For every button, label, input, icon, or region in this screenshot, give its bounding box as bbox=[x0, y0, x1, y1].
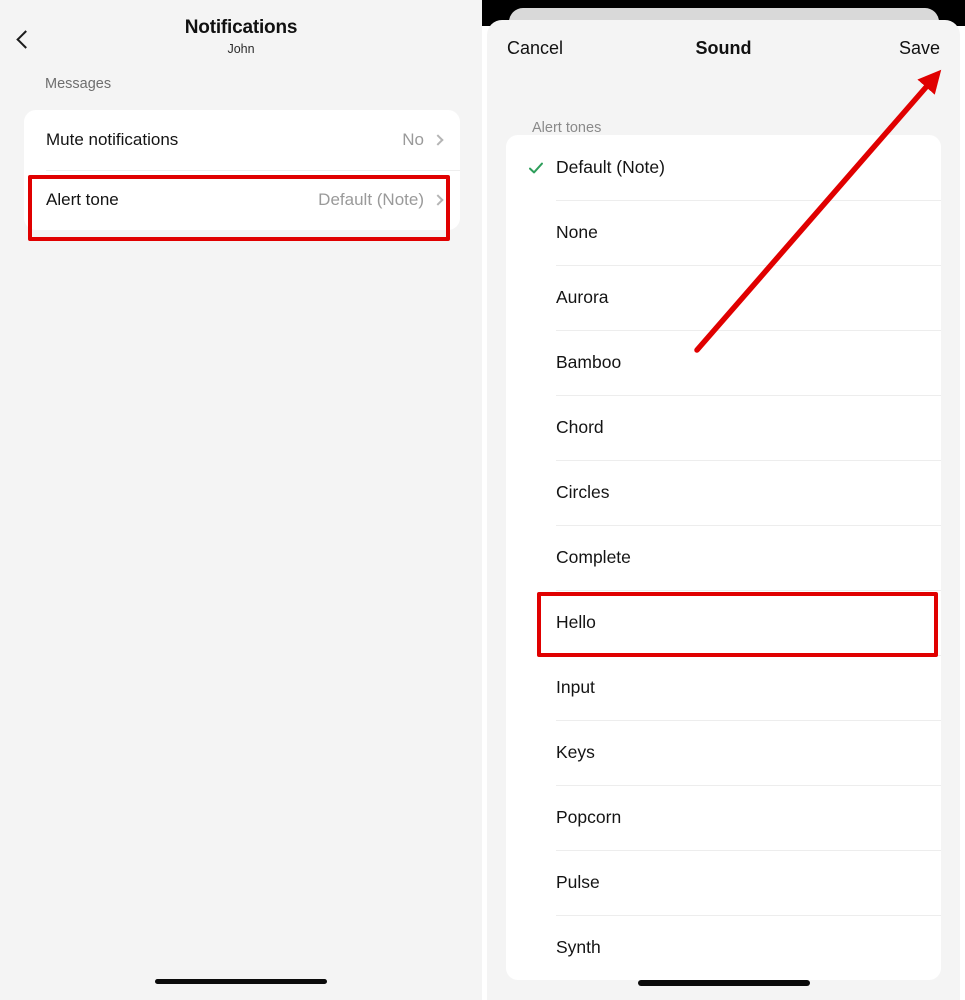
row-value: No bbox=[402, 130, 424, 149]
list-item-label: Popcorn bbox=[556, 807, 622, 827]
alert-tones-list: Default (Note) None Aurora Bamboo Chord … bbox=[506, 135, 941, 980]
list-item-label: Hello bbox=[556, 612, 596, 632]
list-item-keys[interactable]: Keys bbox=[506, 720, 941, 785]
list-item-input[interactable]: Input bbox=[506, 655, 941, 720]
list-item-label: Complete bbox=[556, 547, 631, 567]
section-header-alert-tones: Alert tones bbox=[532, 120, 602, 136]
save-button[interactable]: Save bbox=[899, 38, 940, 59]
messages-settings-card: Mute notifications No Alert tone Default… bbox=[24, 110, 460, 230]
home-indicator bbox=[155, 979, 327, 984]
checkmark-icon bbox=[528, 160, 544, 176]
list-item-default-note[interactable]: Default (Note) bbox=[506, 135, 941, 200]
row-label: Alert tone bbox=[46, 190, 119, 209]
list-item-complete[interactable]: Complete bbox=[506, 525, 941, 590]
list-item-label: Circles bbox=[556, 482, 610, 502]
list-item-pulse[interactable]: Pulse bbox=[506, 850, 941, 915]
list-item-label: None bbox=[556, 222, 598, 242]
list-item-aurora[interactable]: Aurora bbox=[506, 265, 941, 330]
list-item-label: Default (Note) bbox=[556, 157, 665, 177]
sheet-title: Sound bbox=[695, 38, 752, 58]
list-item-hello[interactable]: Hello bbox=[506, 590, 941, 655]
chevron-right-icon bbox=[432, 194, 444, 206]
sheet-navbar: Cancel Sound Save bbox=[487, 20, 960, 75]
list-item-popcorn[interactable]: Popcorn bbox=[506, 785, 941, 850]
list-item-label: Input bbox=[556, 677, 595, 697]
chevron-right-icon bbox=[432, 134, 444, 146]
notifications-screen: Notifications John Messages Mute notific… bbox=[0, 0, 482, 1000]
screenshot-root: Notifications John Messages Mute notific… bbox=[0, 0, 965, 1000]
list-item-label: Synth bbox=[556, 937, 601, 957]
list-item-bamboo[interactable]: Bamboo bbox=[506, 330, 941, 395]
home-indicator bbox=[638, 980, 810, 986]
sound-picker-screen: Cancel Sound Save Alert tones Default (N… bbox=[482, 0, 965, 1000]
page-title: Notifications bbox=[184, 17, 298, 38]
list-item-label: Pulse bbox=[556, 872, 600, 892]
row-value: Default (Note) bbox=[318, 190, 424, 209]
list-item-circles[interactable]: Circles bbox=[506, 460, 941, 525]
list-item-chord[interactable]: Chord bbox=[506, 395, 941, 460]
row-mute-notifications[interactable]: Mute notifications No bbox=[24, 110, 460, 170]
row-alert-tone[interactable]: Alert tone Default (Note) bbox=[24, 170, 460, 230]
list-item-label: Chord bbox=[556, 417, 604, 437]
list-item-none[interactable]: None bbox=[506, 200, 941, 265]
sound-sheet: Cancel Sound Save Alert tones Default (N… bbox=[487, 20, 960, 1000]
list-item-label: Bamboo bbox=[556, 352, 622, 372]
row-label: Mute notifications bbox=[46, 130, 179, 149]
list-item-synth[interactable]: Synth bbox=[506, 915, 941, 980]
page-subtitle: John bbox=[227, 42, 255, 56]
section-header-messages: Messages bbox=[45, 76, 112, 92]
list-item-label: Aurora bbox=[556, 287, 609, 307]
list-item-label: Keys bbox=[556, 742, 595, 762]
